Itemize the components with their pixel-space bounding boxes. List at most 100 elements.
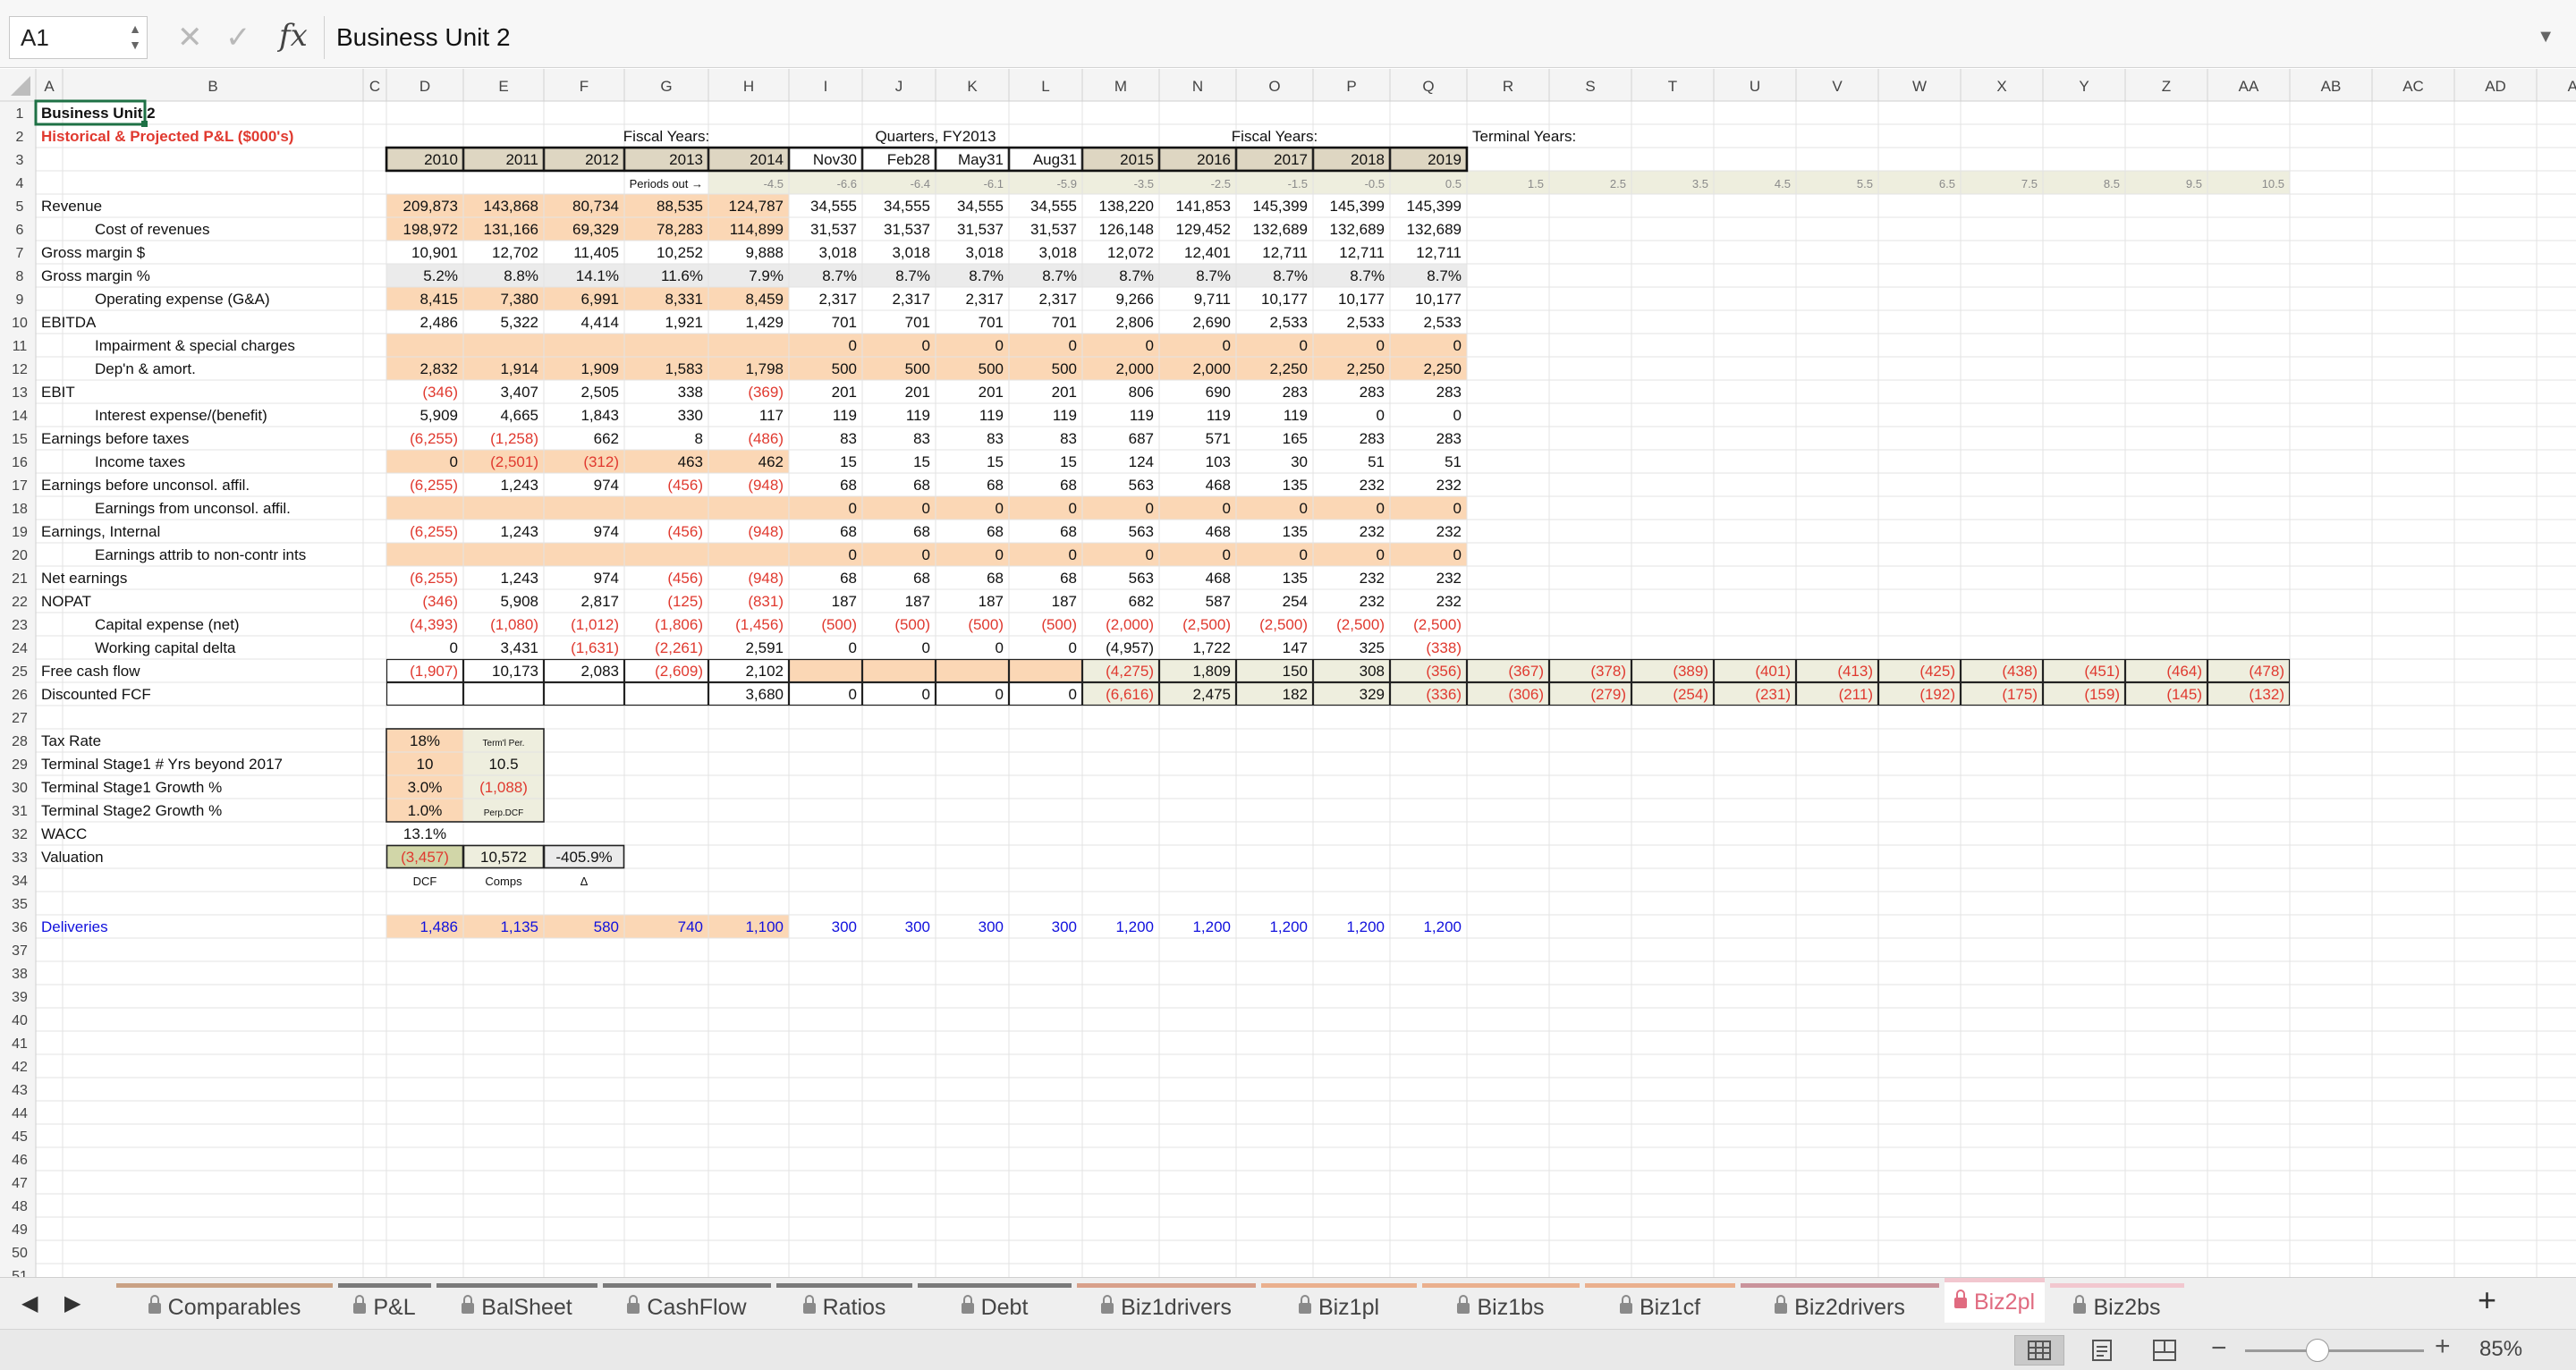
cell-K6[interactable]: 31,537 bbox=[957, 221, 1004, 238]
cell-J11[interactable]: 0 bbox=[922, 337, 930, 354]
row-header-40[interactable]: 40 bbox=[12, 1013, 28, 1028]
cell-J14[interactable]: 119 bbox=[906, 407, 930, 424]
cell-E24[interactable]: 3,431 bbox=[500, 639, 538, 656]
cell-M19[interactable]: 563 bbox=[1129, 523, 1154, 540]
row-header-37[interactable]: 37 bbox=[12, 943, 28, 959]
cell-H24[interactable]: 2,591 bbox=[745, 639, 784, 656]
cell-J3[interactable]: Feb28 bbox=[887, 151, 930, 168]
cell-H36[interactable]: 1,100 bbox=[745, 918, 784, 935]
cell-L4[interactable]: -5.9 bbox=[1057, 177, 1077, 190]
cell-L21[interactable]: 68 bbox=[1060, 570, 1077, 587]
cell-P12[interactable]: 2,250 bbox=[1346, 360, 1385, 377]
cell-P18[interactable]: 0 bbox=[1377, 500, 1385, 517]
cell-M25[interactable]: (4,275) bbox=[1106, 663, 1154, 680]
cell-M12[interactable]: 2,000 bbox=[1115, 360, 1154, 377]
cell-O26[interactable]: 182 bbox=[1283, 686, 1308, 703]
cell-Q24[interactable]: (338) bbox=[1426, 639, 1462, 656]
cell-A8[interactable]: Gross margin % bbox=[41, 267, 150, 284]
cell-J36[interactable]: 300 bbox=[905, 918, 930, 935]
cell-F14[interactable]: 1,843 bbox=[580, 407, 619, 424]
sheet-canvas[interactable]: ABCDEFGHIJKLMNOPQRSTUVWXYZAAABACADAE1234… bbox=[0, 69, 2576, 1277]
tab-biz1drivers[interactable]: Biz1drivers bbox=[1077, 1283, 1256, 1323]
cell-Q10[interactable]: 2,533 bbox=[1423, 314, 1462, 331]
row-header-12[interactable]: 12 bbox=[12, 362, 28, 377]
cell-E12[interactable]: 1,914 bbox=[500, 360, 538, 377]
cell-J5[interactable]: 34,555 bbox=[884, 198, 930, 215]
row-header-50[interactable]: 50 bbox=[12, 1246, 28, 1261]
cell-K14[interactable]: 119 bbox=[979, 407, 1004, 424]
name-box-stepper-icon[interactable]: ▲ ▼ bbox=[129, 21, 141, 53]
cell-D31[interactable]: 1.0% bbox=[408, 802, 443, 819]
cell-Q16[interactable]: 51 bbox=[1445, 453, 1462, 470]
row-header-33[interactable]: 33 bbox=[12, 850, 28, 866]
cell-O10[interactable]: 2,533 bbox=[1269, 314, 1308, 331]
column-header-q[interactable]: Q bbox=[1422, 78, 1434, 95]
cell-I8[interactable]: 8.7% bbox=[822, 267, 857, 284]
cell-K8[interactable]: 8.7% bbox=[969, 267, 1004, 284]
cell-M21[interactable]: 563 bbox=[1129, 570, 1154, 587]
cell-AA26[interactable]: (132) bbox=[2249, 686, 2284, 703]
cell-N8[interactable]: 8.7% bbox=[1196, 267, 1231, 284]
cell-A26[interactable]: Discounted FCF bbox=[41, 686, 151, 703]
column-header-d[interactable]: D bbox=[419, 78, 430, 95]
row-header-6[interactable]: 6 bbox=[16, 223, 24, 238]
cell-I7[interactable]: 3,018 bbox=[818, 244, 857, 261]
cell-P16[interactable]: 51 bbox=[1368, 453, 1385, 470]
cell-Z26[interactable]: (145) bbox=[2166, 686, 2202, 703]
cell-M23[interactable]: (2,000) bbox=[1106, 616, 1154, 633]
row-header-39[interactable]: 39 bbox=[12, 990, 28, 1005]
row-header-22[interactable]: 22 bbox=[12, 595, 28, 610]
cell-P20[interactable]: 0 bbox=[1377, 546, 1385, 563]
cell-N5[interactable]: 141,853 bbox=[1176, 198, 1231, 215]
formula-content[interactable]: Business Unit 2 bbox=[336, 20, 511, 55]
cell-O11[interactable]: 0 bbox=[1300, 337, 1308, 354]
cell-P10[interactable]: 2,533 bbox=[1346, 314, 1385, 331]
cell-D25[interactable]: (1,907) bbox=[410, 663, 458, 680]
cell-I15[interactable]: 83 bbox=[840, 430, 857, 447]
cell-G13[interactable]: 338 bbox=[678, 384, 703, 401]
cell-E15[interactable]: (1,258) bbox=[490, 430, 538, 447]
cell-M36[interactable]: 1,200 bbox=[1115, 918, 1154, 935]
cell-K12[interactable]: 500 bbox=[979, 360, 1004, 377]
cell-V26[interactable]: (211) bbox=[1839, 686, 1873, 703]
cell-X26[interactable]: (175) bbox=[2002, 686, 2038, 703]
column-header-t[interactable]: T bbox=[1668, 78, 1677, 95]
row-header-49[interactable]: 49 bbox=[12, 1222, 28, 1238]
cell-Q11[interactable]: 0 bbox=[1453, 337, 1462, 354]
row-header-28[interactable]: 28 bbox=[12, 734, 28, 749]
cell-K19[interactable]: 68 bbox=[987, 523, 1004, 540]
cell-M9[interactable]: 9,266 bbox=[1115, 291, 1154, 308]
cell-G16[interactable]: 463 bbox=[678, 453, 703, 470]
cell-J23[interactable]: (500) bbox=[894, 616, 930, 633]
cell-V4[interactable]: 5.5 bbox=[1857, 177, 1873, 190]
row-header-20[interactable]: 20 bbox=[12, 548, 28, 563]
cell-N11[interactable]: 0 bbox=[1223, 337, 1231, 354]
cell-I22[interactable]: 187 bbox=[832, 593, 857, 610]
cell-Q17[interactable]: 232 bbox=[1436, 477, 1462, 494]
cell-I24[interactable]: 0 bbox=[849, 639, 857, 656]
cell-P36[interactable]: 1,200 bbox=[1346, 918, 1385, 935]
cell-O21[interactable]: 135 bbox=[1283, 570, 1308, 587]
column-header-l[interactable]: L bbox=[1041, 78, 1049, 95]
cell-K9[interactable]: 2,317 bbox=[965, 291, 1004, 308]
cell-H13[interactable]: (369) bbox=[748, 384, 784, 401]
spreadsheet-grid[interactable]: ABCDEFGHIJKLMNOPQRSTUVWXYZAAABACADAE1234… bbox=[0, 69, 2576, 1277]
cell-P13[interactable]: 283 bbox=[1360, 384, 1385, 401]
zoom-slider-handle[interactable] bbox=[2306, 1339, 2329, 1362]
page-layout-icon[interactable] bbox=[2077, 1335, 2127, 1366]
cell-D23[interactable]: (4,393) bbox=[410, 616, 458, 633]
tab-balsheet[interactable]: BalSheet bbox=[436, 1283, 597, 1323]
row-header-34[interactable]: 34 bbox=[12, 874, 28, 889]
cell-M26[interactable]: (6,616) bbox=[1106, 686, 1154, 703]
cell-E13[interactable]: 3,407 bbox=[500, 384, 538, 401]
cell-G19[interactable]: (456) bbox=[667, 523, 703, 540]
cell-O24[interactable]: 147 bbox=[1283, 639, 1308, 656]
cell-E10[interactable]: 5,322 bbox=[500, 314, 538, 331]
row-header-4[interactable]: 4 bbox=[16, 176, 24, 191]
cell-J22[interactable]: 187 bbox=[905, 593, 930, 610]
cell-K23[interactable]: (500) bbox=[968, 616, 1004, 633]
cell-D8[interactable]: 5.2% bbox=[423, 267, 458, 284]
cell-G7[interactable]: 10,252 bbox=[657, 244, 703, 261]
tab-debt[interactable]: Debt bbox=[918, 1283, 1072, 1323]
cell-E30[interactable]: (1,088) bbox=[479, 779, 528, 796]
